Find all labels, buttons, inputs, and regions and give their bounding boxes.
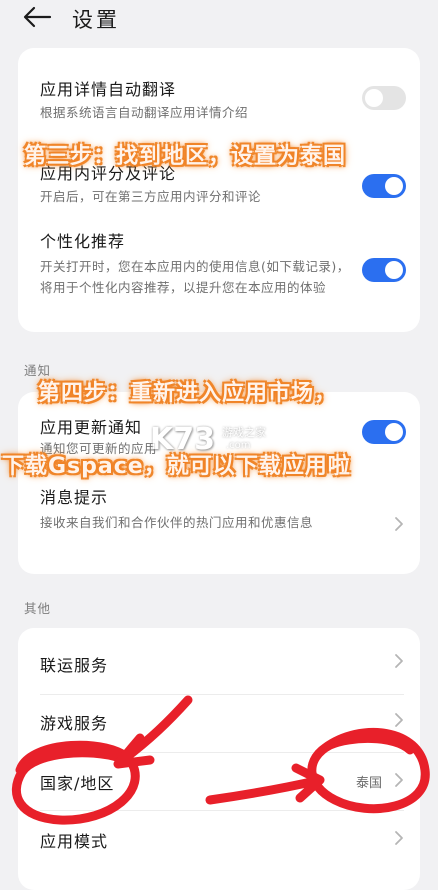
message-tip-title: 消息提示 [40, 488, 109, 507]
app-mode-row[interactable]: 应用模式 [18, 810, 420, 876]
message-tip-desc: 接收来自我们和合作伙伴的热门应用和优惠信息 [40, 515, 314, 530]
settings-card-general: 应用详情自动翻译 根据系统语言自动翻译应用详情介绍 应用内评分及评论 开启后，可… [18, 48, 420, 332]
chevron-right-icon [395, 517, 403, 531]
personalized-desc: 开关打开时，您在本应用内的使用信息(如下载记录)，将用于个性化内容推荐，以提升您… [40, 259, 350, 295]
chevron-right-icon [395, 654, 403, 668]
in-app-rating-desc: 开启后，可在第三方应用内评分和评论 [40, 189, 262, 204]
game-service-title: 游戏服务 [40, 714, 109, 733]
watermark-logo: K73 [150, 422, 215, 457]
toggle-knob [365, 89, 383, 107]
country-region-title: 国家/地区 [40, 774, 115, 793]
personalized-toggle[interactable] [362, 258, 406, 282]
toggle-knob [385, 423, 403, 441]
annotation-step-three: 第三步：找到地区，设置为泰国 [24, 144, 347, 169]
personalized-row[interactable]: 个性化推荐 开关打开时，您在本应用内的使用信息(如下载记录)，将用于个性化内容推… [18, 218, 420, 328]
app-mode-title: 应用模式 [40, 832, 109, 851]
auto-translate-row[interactable]: 应用详情自动翻译 根据系统语言自动翻译应用详情介绍 [18, 48, 420, 128]
auto-translate-title: 应用详情自动翻译 [40, 80, 177, 99]
toggle-knob [385, 177, 403, 195]
watermark-site: 游戏之家 [222, 426, 266, 439]
annotation-step-four-line1: 第四步：重新进入应用市场， [38, 381, 338, 406]
top-bar: 设置 [0, 0, 438, 40]
back-arrow-icon[interactable] [22, 6, 52, 28]
update-notify-toggle[interactable] [362, 420, 406, 444]
game-service-row[interactable]: 游戏服务 [18, 694, 420, 752]
update-notify-title: 应用更新通知 [40, 418, 143, 437]
joint-service-title: 联运服务 [40, 656, 109, 675]
settings-card-other: 联运服务 游戏服务 国家/地区 泰国 应用模式 [18, 628, 420, 890]
joint-service-row[interactable]: 联运服务 [18, 628, 420, 694]
chevron-right-icon [395, 831, 403, 845]
watermark: K73 游戏之家 .com [150, 418, 290, 468]
personalized-title: 个性化推荐 [40, 232, 126, 251]
chevron-right-icon [395, 773, 403, 787]
message-tip-row[interactable]: 消息提示 接收来自我们和合作伙伴的热门应用和优惠信息 [18, 478, 420, 570]
watermark-domain: .com [226, 440, 251, 451]
page-title: 设置 [72, 8, 120, 32]
section-label-other: 其他 [24, 601, 52, 616]
in-app-rating-toggle[interactable] [362, 174, 406, 198]
auto-translate-desc: 根据系统语言自动翻译应用详情介绍 [40, 105, 249, 120]
chevron-right-icon [395, 713, 403, 727]
auto-translate-toggle[interactable] [362, 86, 406, 110]
country-region-value: 泰国 [355, 776, 382, 791]
toggle-knob [385, 261, 403, 279]
country-region-row[interactable]: 国家/地区 泰国 [18, 752, 420, 810]
